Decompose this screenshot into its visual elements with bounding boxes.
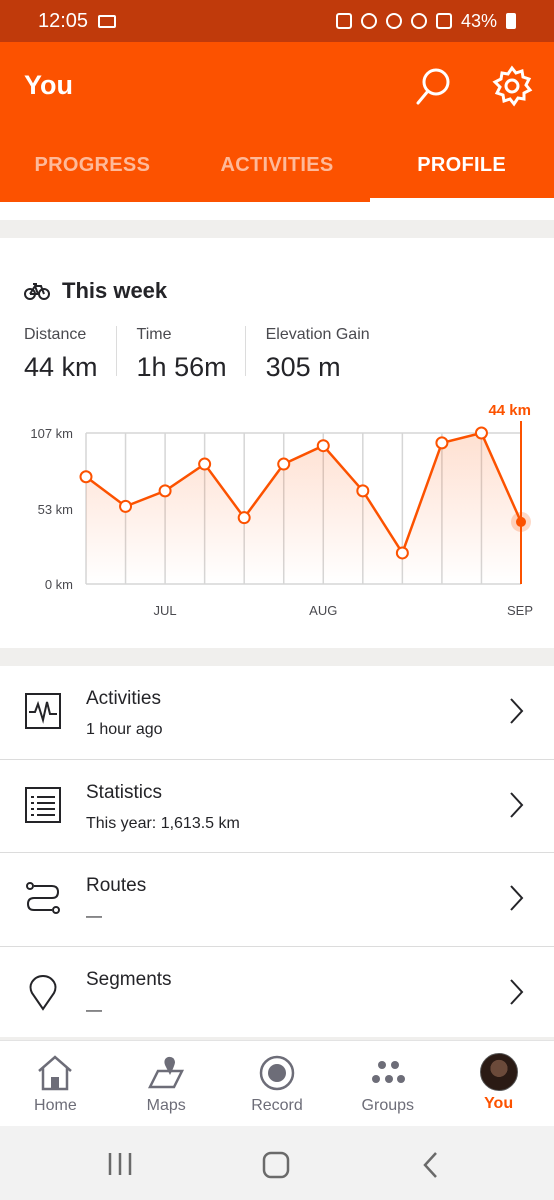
stat-label: Elevation Gain [265,326,370,343]
week-title: This week [62,278,168,303]
menu-item-statistics[interactable]: Statistics This year: 1,613.5 km [0,760,554,853]
outlook-notification-icon [98,14,117,28]
nav-groups[interactable]: Groups [332,1041,443,1126]
tab-progress[interactable]: PROGRESS [0,142,185,200]
status-icons: 43% [335,10,516,32]
nav-record[interactable]: Record [222,1041,333,1126]
nav-label: Record [251,1097,303,1114]
chart-point [395,546,409,560]
chart-point [316,439,330,453]
chart-point [435,436,449,450]
signal-icon [435,13,452,29]
mute-icon [385,13,402,29]
nav-label: Maps [146,1097,186,1114]
stat-value: 305 m [265,352,341,382]
bottom-navigation: Home Maps Record Groups You [0,1040,554,1126]
home-icon [38,1055,73,1091]
alarm-icon [360,13,377,29]
menu-item-subtitle: 1 hour ago [86,721,163,738]
tab-bar: PROGRESS ACTIVITIES PROFILE [0,142,554,200]
menu-item-subtitle: — [86,908,102,925]
gear-icon[interactable] [490,64,534,108]
chevron-right-icon [510,885,524,911]
menu-item-activities[interactable]: Activities 1 hour ago [0,666,554,760]
chevron-right-icon [510,791,524,818]
chart-point [237,511,251,525]
weekly-distance-chart: 107 km 53 km 0 km JUL AUG SEP 44 km [30,402,533,618]
location-pin-icon [29,974,57,1011]
back-icon[interactable] [420,1151,442,1179]
battery-percent: 43% [460,10,497,31]
chart-x-tick-label: JUL [154,603,177,618]
card-strip [0,202,554,220]
chart-y-tick-label: 107 km [30,426,73,441]
chart-y-tick-label: 0 km [45,577,73,592]
chart-point [277,457,291,471]
maps-icon [148,1056,185,1089]
chart-point [158,484,172,498]
nfc-icon [335,13,352,29]
stat-value: 44 km [24,352,98,382]
chart-point [79,470,93,484]
week-header: This week [24,278,167,304]
menu-item-title: Statistics [86,781,163,803]
chevron-right-icon [510,698,524,724]
status-time: 12:05 [38,9,89,32]
system-navigation-bar [0,1126,554,1200]
home-button-icon[interactable] [262,1151,290,1179]
record-icon [259,1055,295,1091]
menu-item-title: Segments [86,968,172,990]
nav-maps[interactable]: Maps [111,1041,222,1126]
chart-point [474,426,488,440]
app-header: You PROGRESS ACTIVITIES PROFILE [0,42,554,202]
this-week-card: This week Distance 44 km Time 1h 56m Ele… [0,238,554,648]
search-icon[interactable] [412,64,456,108]
menu-item-subtitle: — [86,1001,102,1019]
menu-item-title: Activities [86,688,161,709]
battery-icon [506,13,516,29]
nav-home[interactable]: Home [0,1041,111,1126]
activity-pulse-icon [25,693,61,729]
nav-label: Home [34,1097,77,1114]
chart-x-tick-label: AUG [309,603,337,618]
stat-elevation: Elevation Gain 305 m [265,326,388,382]
chart-point [198,457,212,471]
stat-value: 1h 56m [136,352,227,382]
chart-point [119,499,133,513]
avatar [479,1053,518,1091]
page-title: You [24,70,73,100]
status-bar: 12:05 43% [0,0,554,42]
nav-label: Groups [361,1097,415,1114]
statistics-list-icon [25,786,61,823]
chart-y-tick-label: 53 km [38,502,73,517]
menu-item-subtitle: This year: 1,613.5 km [86,814,240,832]
chart-point [516,516,526,527]
routes-icon [26,882,60,914]
profile-menu: Activities 1 hour ago Statistics This ye… [0,666,554,1037]
chart-point [356,484,370,498]
nav-you[interactable]: You [443,1041,554,1126]
recent-apps-icon[interactable] [105,1151,135,1177]
menu-item-segments[interactable]: Segments — [0,947,554,1037]
stat-label: Time [136,326,172,343]
chart-current-value-label: 44 km [488,402,531,419]
stat-label: Distance [24,326,87,343]
nav-label: You [484,1095,514,1112]
tab-profile[interactable]: PROFILE [369,142,554,200]
stat-time: Time 1h 56m [136,326,246,382]
chevron-right-icon [510,978,524,1005]
bike-icon [24,283,50,300]
wifi-icon [410,13,427,29]
stat-distance: Distance 44 km [24,326,117,382]
menu-item-title: Routes [86,875,147,896]
groups-icon [371,1061,405,1083]
chart-x-tick-label: SEP [507,603,533,618]
week-stats: Distance 44 km Time 1h 56m Elevation Gai… [24,326,408,382]
menu-item-routes[interactable]: Routes — [0,853,554,947]
tab-activities[interactable]: ACTIVITIES [185,142,370,200]
